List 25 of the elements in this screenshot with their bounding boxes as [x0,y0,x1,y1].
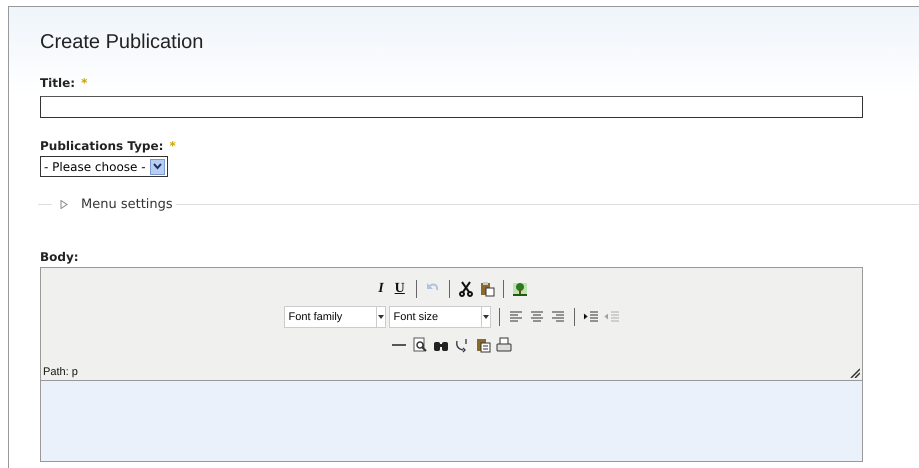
format-button[interactable]: I [375,281,387,297]
resize-handle-icon[interactable] [850,368,860,378]
magnifier-page-icon[interactable] [412,337,428,353]
field-label: Title: [40,76,76,90]
required-mark: * [81,76,88,90]
toolbar-dropdown[interactable]: Font family [284,306,386,328]
caret-icon [482,315,488,319]
toolbar-dropdown[interactable]: Font size [388,306,490,328]
element-path: Path: p [43,366,78,378]
field-label: Body: [40,250,79,264]
caret-icon [378,315,384,319]
clipboard-document-icon[interactable] [475,337,491,353]
expand-icon[interactable] [60,200,68,209]
field-label: Publications Type: [40,139,164,153]
format-button[interactable]: U [392,281,408,297]
clipboard-icon[interactable] [478,281,495,297]
page-heading: Create Publication [40,31,204,54]
type-dropdown[interactable]: - Please choose - [40,156,168,177]
printer-icon[interactable] [496,337,512,353]
collapsible-legend[interactable]: Menu settings [81,197,173,212]
chevron-icon [152,163,162,170]
required-mark: * [169,139,176,153]
tree-picture-icon[interactable] [512,281,528,297]
title-field[interactable] [40,96,863,118]
scissors-icon[interactable] [458,281,474,297]
